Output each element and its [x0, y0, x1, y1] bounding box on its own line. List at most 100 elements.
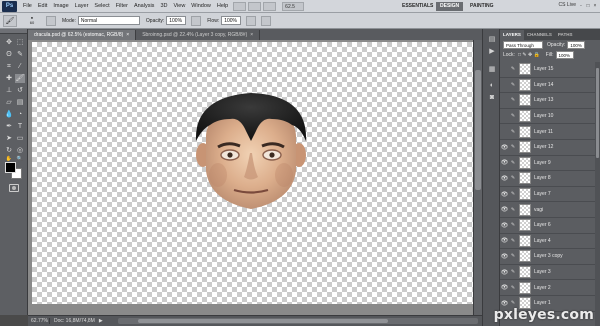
quick-select-tool-icon[interactable]: ✎	[15, 50, 25, 59]
blur-tool-icon[interactable]: 💧	[4, 110, 14, 119]
lock-icons[interactable]: □ ✎ ✥ 🔒	[518, 52, 540, 58]
layer-name[interactable]: Layer 13	[534, 97, 553, 103]
visibility-eye-icon[interactable]: 👁	[500, 97, 509, 104]
menu-select[interactable]: Select	[91, 3, 112, 9]
layer-row[interactable]: 👁 ✎ Layer 3 copy	[500, 249, 600, 265]
layer-row[interactable]: 👁 ✎ Layer 7	[500, 187, 600, 203]
panel-opacity-field[interactable]: 100%	[567, 41, 586, 49]
layer-name[interactable]: Layer 4	[534, 238, 551, 244]
scroll-thumb[interactable]	[138, 319, 388, 323]
cs-live-button[interactable]: CS Live	[558, 2, 576, 8]
opacity-pressure-icon[interactable]	[191, 15, 202, 26]
menu-window[interactable]: Window	[188, 3, 214, 9]
history-panel-icon[interactable]: ▤	[487, 35, 497, 44]
tab-paths[interactable]: PATHS	[555, 30, 576, 40]
canvas-vertical-scrollbar[interactable]	[473, 40, 482, 315]
layer-row[interactable]: 👁✎ Layer 15	[500, 62, 600, 78]
menu-file[interactable]: File	[20, 3, 35, 9]
layer-name[interactable]: Layer 12	[534, 144, 553, 150]
visibility-eye-icon[interactable]: 👁	[500, 191, 509, 198]
tab-layers[interactable]: LAYERS	[500, 30, 524, 40]
history-brush-tool-icon[interactable]: ↺	[15, 86, 25, 95]
blend-mode-select[interactable]: Pass Through	[503, 41, 543, 49]
status-menu-arrow-icon[interactable]: ▶	[99, 318, 103, 324]
masks-panel-icon[interactable]: ◙	[487, 93, 497, 102]
clone-stamp-tool-icon[interactable]: ⊥	[4, 86, 14, 95]
arrange-documents-button[interactable]	[263, 1, 277, 11]
menu-view[interactable]: View	[170, 3, 188, 9]
layer-name[interactable]: vagi	[534, 207, 543, 213]
visibility-eye-icon[interactable]: 👁	[500, 269, 509, 276]
opacity-field[interactable]: 100%	[166, 16, 187, 25]
layer-name[interactable]: Layer 7	[534, 191, 551, 197]
bridge-button[interactable]	[233, 1, 247, 11]
layer-name[interactable]: Layer 14	[534, 82, 553, 88]
layer-row[interactable]: 👁 ✎ Layer 6	[500, 218, 600, 234]
layer-row[interactable]: 👁 ✎ vagi	[500, 202, 600, 218]
brush-preset-picker[interactable]: ● 60	[23, 15, 41, 27]
layer-name[interactable]: Layer 6	[534, 222, 551, 228]
layer-row[interactable]: 👁 ✎ Layer 4	[500, 234, 600, 250]
zoom-tool-icon[interactable]: 🔍	[15, 155, 25, 164]
layers-scrollbar[interactable]	[595, 62, 600, 326]
workspace-design[interactable]: DESIGN	[436, 2, 464, 11]
visibility-eye-icon[interactable]: 👁	[500, 144, 509, 151]
menu-3d[interactable]: 3D	[157, 3, 170, 9]
visibility-eye-icon[interactable]: 👁	[500, 222, 509, 229]
layer-row[interactable]: 👁 ✎ Layer 2	[500, 280, 600, 296]
layer-name[interactable]: Layer 2	[534, 285, 551, 291]
layer-row[interactable]: 👁✎ Layer 10	[500, 109, 600, 125]
size-pressure-icon[interactable]	[261, 15, 272, 26]
close-icon[interactable]: ×	[592, 2, 598, 10]
layer-row[interactable]: 👁✎ Layer 13	[500, 93, 600, 109]
minimize-icon[interactable]: -	[578, 2, 584, 10]
flow-field[interactable]: 100%	[221, 16, 242, 25]
gradient-tool-icon[interactable]: ▤	[15, 98, 25, 107]
layer-name[interactable]: Layer 1	[534, 300, 551, 306]
menu-image[interactable]: Image	[50, 3, 71, 9]
path-select-tool-icon[interactable]: ➤	[4, 134, 14, 143]
layer-row[interactable]: 👁✎ Layer 11	[500, 124, 600, 140]
layer-name[interactable]: Layer 11	[534, 129, 553, 135]
visibility-eye-icon[interactable]: 👁	[500, 175, 509, 182]
layer-row[interactable]: 👁 ✎ Layer 9	[500, 156, 600, 172]
close-tab-icon[interactable]: ×	[250, 32, 253, 38]
toolbox-grip[interactable]	[0, 29, 27, 34]
scroll-thumb[interactable]	[475, 70, 481, 190]
tool-preset-picker[interactable]: 🖌	[3, 14, 17, 27]
menu-filter[interactable]: Filter	[113, 3, 131, 9]
eyedropper-tool-icon[interactable]: ⁄	[15, 62, 25, 71]
fill-field[interactable]: 100%	[555, 51, 574, 59]
tab-channels[interactable]: CHANNELS	[524, 30, 555, 40]
visibility-eye-icon[interactable]: 👁	[500, 253, 509, 260]
brush-panel-button[interactable]	[46, 15, 56, 26]
menu-help[interactable]: Help	[214, 3, 231, 9]
mode-select[interactable]: Normal	[77, 16, 140, 25]
type-tool-icon[interactable]: T	[15, 122, 25, 131]
move-tool-icon[interactable]: ✥	[4, 38, 14, 47]
visibility-eye-icon[interactable]: 👁	[500, 128, 509, 135]
document-canvas[interactable]	[32, 42, 474, 304]
visibility-eye-icon[interactable]: 👁	[500, 66, 509, 73]
layer-row[interactable]: 👁 ✎ Layer 3	[500, 265, 600, 281]
layer-name[interactable]: Layer 9	[534, 160, 551, 166]
menu-edit[interactable]: Edit	[35, 3, 50, 9]
workspace-painting[interactable]: PAINTING	[466, 2, 498, 11]
scroll-thumb[interactable]	[596, 68, 599, 158]
layer-row[interactable]: 👁 ✎ Layer 8	[500, 171, 600, 187]
airbrush-icon[interactable]	[246, 15, 257, 26]
lasso-tool-icon[interactable]: ʘ	[4, 50, 14, 59]
zoom-level-field[interactable]: 62.5	[282, 1, 305, 11]
layer-row[interactable]: 👁 ✎ Layer 12	[500, 140, 600, 156]
tab-dracula[interactable]: dracula.psd @ 62.5% (estomac, RGB/8) ×	[28, 30, 137, 40]
marquee-tool-icon[interactable]: ⬚	[15, 38, 25, 47]
layer-name[interactable]: Layer 3	[534, 269, 551, 275]
crop-tool-icon[interactable]: ⌗	[4, 62, 14, 71]
maximize-icon[interactable]: □	[585, 2, 591, 10]
3d-rotate-tool-icon[interactable]: ↻	[4, 146, 14, 155]
quick-mask-icon[interactable]	[9, 184, 19, 192]
swatches-panel-icon[interactable]: ▦	[487, 65, 497, 74]
visibility-eye-icon[interactable]: 👁	[500, 284, 509, 291]
visibility-eye-icon[interactable]: 👁	[500, 113, 509, 120]
dodge-tool-icon[interactable]: ◔	[15, 110, 25, 119]
